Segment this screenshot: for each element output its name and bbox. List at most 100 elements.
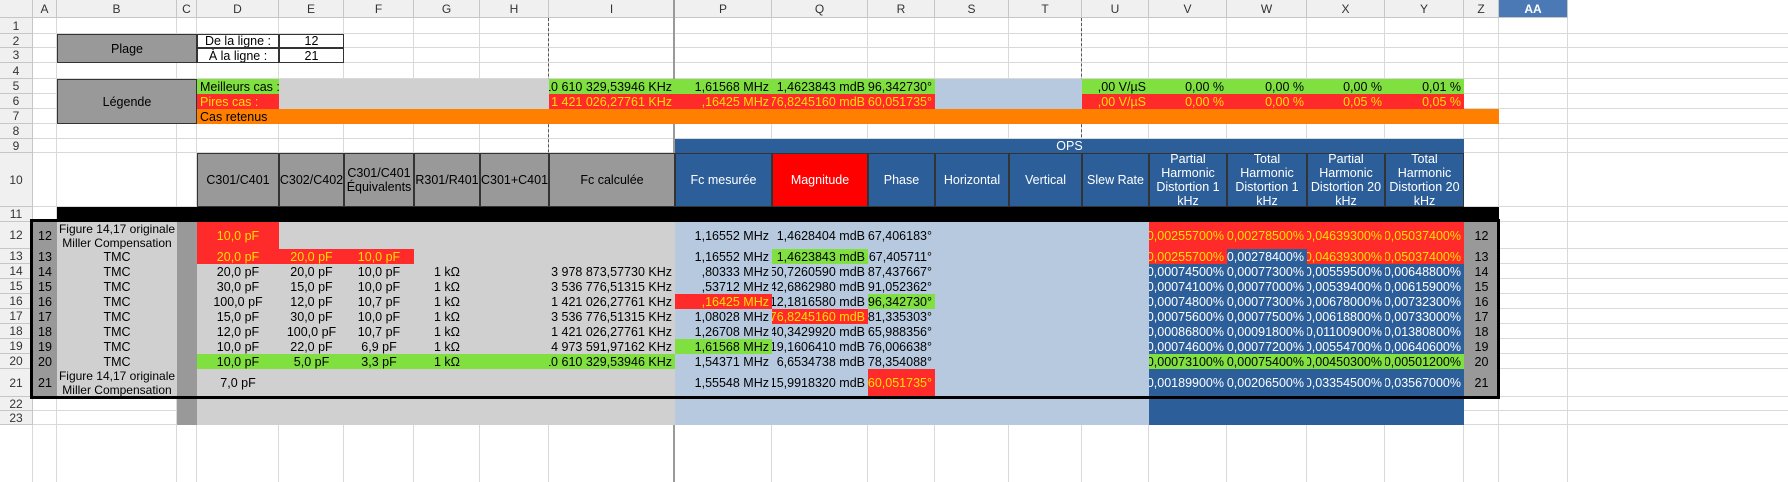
column-header-v[interactable]: V (1149, 0, 1227, 18)
data-fc-mes[interactable]: ,53712 MHz (675, 279, 772, 294)
col-c-filler[interactable] (177, 397, 197, 411)
dark-blue-filler[interactable] (1149, 411, 1464, 425)
data-thd1[interactable]: 0,00278400% (1227, 249, 1307, 264)
data-thd20[interactable]: 0,00648800% (1385, 264, 1464, 279)
plage-from-input[interactable]: 12 (279, 34, 344, 48)
data-c302[interactable]: 20,0 pF (279, 264, 344, 279)
column-header-w[interactable]: W (1227, 0, 1307, 18)
header-spacer[interactable] (197, 139, 675, 153)
column-header-i[interactable]: I (549, 0, 675, 18)
worst-value[interactable]: 0,05 % (1307, 94, 1385, 109)
data-phd20[interactable]: 0,03354500% (1307, 369, 1385, 397)
column-header-x[interactable]: X (1307, 0, 1385, 18)
column-title[interactable]: Total Harmonic Distortion 20 kHz (1385, 153, 1464, 207)
data-empty[interactable] (1082, 279, 1149, 294)
worst-value-empty[interactable] (1009, 94, 1082, 109)
best-value[interactable]: 1,61568 MHz (675, 79, 772, 94)
data-eq[interactable]: 10,0 pF (344, 279, 414, 294)
row-index-left[interactable]: 12 (33, 222, 57, 249)
data-phd20[interactable]: 0,00559500% (1307, 264, 1385, 279)
data-phase[interactable]: 67,406183° (868, 222, 935, 249)
data-thd20[interactable]: 0,00501200% (1385, 354, 1464, 369)
data-empty[interactable] (1009, 324, 1082, 339)
best-value[interactable]: ,00 V/µS (1082, 79, 1149, 94)
row-index-right[interactable]: 15 (1464, 279, 1499, 294)
worst-value[interactable]: 1 421 026,27761 KHz (549, 94, 675, 109)
data-empty[interactable] (935, 369, 1009, 397)
column-title[interactable]: C301/C401 Équivalents (344, 153, 414, 207)
row-index-left[interactable]: 21 (33, 369, 57, 397)
data-sum[interactable] (480, 369, 549, 397)
data-c302[interactable] (279, 369, 344, 397)
column-title[interactable]: Vertical (1009, 153, 1082, 207)
data-mag[interactable]: 15,9918320 mdB (772, 369, 868, 397)
config-name[interactable]: TMC (57, 279, 177, 294)
data-phd20[interactable]: 0,00539400% (1307, 279, 1385, 294)
data-empty[interactable] (935, 249, 1009, 264)
row-index-left[interactable]: 17 (33, 309, 57, 324)
best-value[interactable]: 96,342730° (868, 79, 935, 94)
row-index-right[interactable]: 16 (1464, 294, 1499, 309)
best-value[interactable]: 0,01 % (1385, 79, 1464, 94)
config-name[interactable]: TMC (57, 294, 177, 309)
data-c301[interactable]: 7,0 pF (197, 369, 279, 397)
data-empty[interactable] (1009, 222, 1082, 249)
col-c-filler[interactable] (177, 324, 197, 339)
data-fc-calc[interactable]: 10 610 329,53946 KHz (549, 354, 675, 369)
row-header-19[interactable]: 19 (0, 339, 33, 354)
data-phd20[interactable]: 0,01100900% (1307, 324, 1385, 339)
row-index-left[interactable]: 14 (33, 264, 57, 279)
col-c-filler[interactable] (177, 249, 197, 264)
data-fc-calc[interactable]: 1 421 026,27761 KHz (549, 294, 675, 309)
column-title[interactable]: C301/C401 (197, 153, 279, 207)
plage-to-label[interactable]: À la ligne : (197, 48, 279, 63)
row-header-4[interactable]: 4 (0, 63, 33, 79)
data-thd20[interactable]: 0,05037400% (1385, 249, 1464, 264)
row-header-11[interactable]: 11 (0, 207, 33, 222)
config-name[interactable]: TMC (57, 324, 177, 339)
data-empty[interactable] (1082, 339, 1149, 354)
data-phase[interactable]: 67,405711° (868, 249, 935, 264)
best-value-empty[interactable] (1009, 79, 1082, 94)
data-c301[interactable]: 10,0 pF (197, 222, 279, 249)
data-empty[interactable] (1009, 309, 1082, 324)
column-title[interactable]: Partial Harmonic Distortion 1 kHz (1149, 153, 1227, 207)
worst-value[interactable]: 0,05 % (1385, 94, 1464, 109)
worst-value[interactable]: ,16425 MHz (675, 94, 772, 109)
column-title[interactable]: Horizontal (935, 153, 1009, 207)
row-index-left[interactable]: 18 (33, 324, 57, 339)
data-fc-mes[interactable]: 1,54371 MHz (675, 354, 772, 369)
retained-case-label[interactable]: Cas retenus (197, 109, 279, 124)
data-empty[interactable] (935, 324, 1009, 339)
data-mag[interactable]: 1,4623843 mdB (772, 249, 868, 264)
best-value[interactable]: 10 610 329,53946 KHz (549, 79, 675, 94)
column-header-u[interactable]: U (1082, 0, 1149, 18)
data-mag[interactable]: 50,7260590 mdB (772, 264, 868, 279)
dark-blue-filler[interactable] (1149, 397, 1464, 411)
data-fc-mes[interactable]: 1,55548 MHz (675, 369, 772, 397)
data-eq[interactable]: 10,0 pF (344, 309, 414, 324)
col-c-filler[interactable] (177, 222, 197, 249)
column-title[interactable]: Partial Harmonic Distortion 20 kHz (1307, 153, 1385, 207)
data-c302[interactable]: 20,0 pF (279, 249, 344, 264)
data-fc-calc[interactable] (549, 222, 675, 249)
data-mag[interactable]: 40,3429920 mdB (772, 324, 868, 339)
data-fc-mes[interactable]: 1,08028 MHz (675, 309, 772, 324)
data-fc-calc[interactable]: 3 536 776,51315 KHz (549, 279, 675, 294)
data-fc-mes[interactable]: ,80333 MHz (675, 264, 772, 279)
data-empty[interactable] (1009, 339, 1082, 354)
row-index-right[interactable]: 13 (1464, 249, 1499, 264)
data-thd20[interactable]: 0,00640600% (1385, 339, 1464, 354)
data-sum[interactable] (480, 309, 549, 324)
data-fc-calc[interactable] (549, 249, 675, 264)
best-value[interactable]: 0,00 % (1149, 79, 1227, 94)
data-c301[interactable]: 100,0 pF (197, 294, 279, 309)
data-mag[interactable]: 19,1606410 mdB (772, 339, 868, 354)
row-header-22[interactable]: 22 (0, 397, 33, 411)
data-c302[interactable]: 12,0 pF (279, 294, 344, 309)
data-c302[interactable]: 30,0 pF (279, 309, 344, 324)
row-header-15[interactable]: 15 (0, 279, 33, 294)
column-header-b[interactable]: B (57, 0, 177, 18)
column-header-c[interactable]: C (177, 0, 197, 18)
data-mag[interactable]: 6,6534738 mdB (772, 354, 868, 369)
